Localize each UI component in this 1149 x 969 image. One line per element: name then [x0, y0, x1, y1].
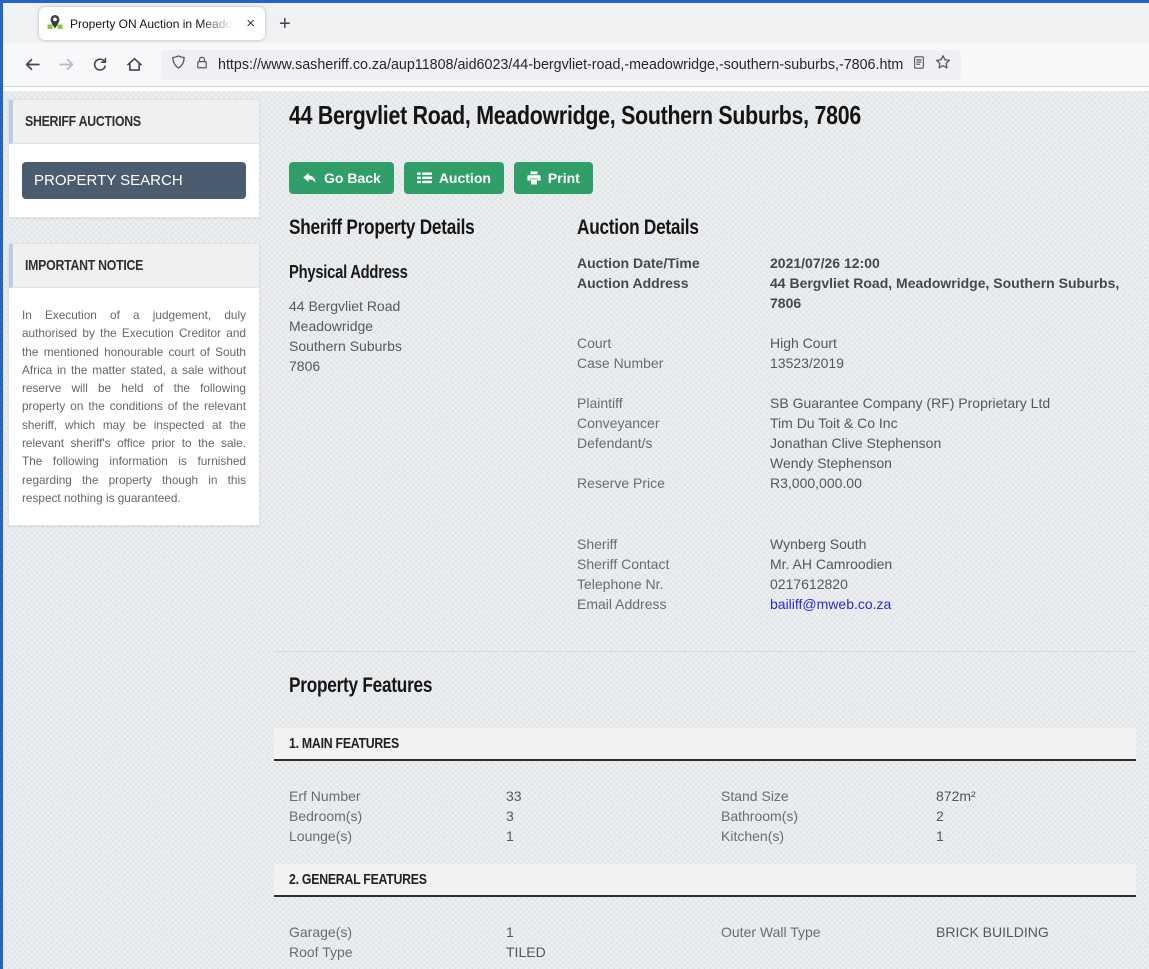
list-icon [417, 172, 432, 184]
browser-tab[interactable]: Property ON Auction in Meadow × [39, 7, 265, 40]
print-button[interactable]: Print [514, 162, 593, 194]
reload-icon[interactable] [83, 50, 117, 80]
feature-label: Lounge(s) [289, 826, 506, 846]
page-title: 44 Bergvliet Road, Meadowridge, Southern… [289, 100, 1136, 131]
conveyancer-label: Conveyancer [577, 413, 770, 433]
printer-icon [527, 171, 541, 185]
auction-address-label: Auction Address [577, 273, 770, 293]
feature-value: 872m² [936, 786, 1136, 806]
sheriff-contact-label: Sheriff Contact [577, 554, 770, 574]
defendant-label: Defendant/s [577, 433, 770, 453]
important-notice-text: In Execution of a judgement, duly author… [22, 306, 246, 507]
tab-title: Property ON Auction in Meadow [70, 17, 237, 31]
forward-icon[interactable] [49, 50, 83, 80]
defendant-value: Jonathan Clive Stephenson Wendy Stephens… [770, 433, 1136, 473]
sheriff-contact-value: Mr. AH Camroodien [770, 554, 1136, 574]
feature-label: Kitchen(s) [721, 826, 936, 846]
tab-bar: Property ON Auction in Meadow × + [3, 3, 1149, 43]
court-label: Court [577, 333, 770, 353]
sheriff-label: Sheriff [577, 534, 770, 554]
feature-label: Erf Number [289, 786, 506, 806]
lock-icon[interactable] [195, 55, 209, 75]
plaintiff-value: SB Guarantee Company (RF) Proprietary Lt… [770, 393, 1136, 413]
auction-date-value: 2021/07/26 12:00 [770, 253, 1136, 273]
auction-address-value: 44 Bergvliet Road, Meadowridge, Southern… [770, 273, 1136, 313]
action-buttons: Go Back Auction [289, 162, 1136, 194]
auction-button[interactable]: Auction [404, 162, 504, 194]
url-text[interactable]: https://www.sasheriff.co.za/aup11808/aid… [218, 57, 903, 73]
auction-details-section: Auction Details Auction Date/Time 2021/0… [577, 216, 1136, 614]
address-line: Meadowridge [289, 316, 577, 336]
address-line: 7806 [289, 356, 577, 376]
tracking-shield-icon[interactable] [171, 54, 186, 75]
email-link[interactable]: bailiff@mweb.co.za [770, 596, 891, 612]
page-background: SHERIFF AUCTIONS PROPERTY SEARCH IMPORTA… [3, 91, 1149, 969]
parties-group: Plaintiff SB Guarantee Company (RF) Prop… [577, 393, 1136, 493]
case-number-value: 13523/2019 [770, 353, 1136, 373]
feature-label: Roof Type [289, 942, 506, 962]
telephone-label: Telephone Nr. [577, 574, 770, 594]
main-features-table: Erf Number 33 Stand Size 872m² Bedroom(s… [274, 761, 1136, 846]
go-back-button[interactable]: Go Back [289, 162, 394, 194]
auction-datetime-address-group: Auction Date/Time 2021/07/26 12:00 Aucti… [577, 253, 1136, 313]
sheriff-property-details-heading: Sheriff Property Details [289, 216, 577, 240]
sheriff-value: Wynberg South [770, 534, 1136, 554]
feature-value: TILED [506, 942, 721, 962]
sheriff-auctions-card-header: SHERIFF AUCTIONS [9, 100, 259, 144]
feature-label: Garage(s) [289, 922, 506, 942]
important-notice-card-header: IMPORTANT NOTICE [9, 244, 259, 288]
reserve-price-value: R3,000,000.00 [770, 473, 1136, 493]
court-group: Court High Court Case Number 13523/2019 [577, 333, 1136, 373]
feature-label: Bedroom(s) [289, 806, 506, 826]
feature-value: 33 [506, 786, 721, 806]
reader-view-icon[interactable] [912, 55, 926, 75]
sidebar: SHERIFF AUCTIONS PROPERTY SEARCH IMPORTA… [8, 99, 260, 551]
important-notice-card: IMPORTANT NOTICE In Execution of a judge… [8, 243, 260, 526]
bookmark-star-icon[interactable] [935, 54, 951, 75]
sheriff-auctions-card: SHERIFF AUCTIONS PROPERTY SEARCH [8, 99, 260, 218]
reply-arrow-icon [302, 172, 317, 185]
general-features-table: Garage(s) 1 Outer Wall Type BRICK BUILDI… [274, 897, 1136, 962]
physical-address-heading: Physical Address [289, 262, 577, 283]
navigation-toolbar: https://www.sasheriff.co.za/aup11808/aid… [3, 43, 1149, 87]
general-features-section-header: 2. GENERAL FEATURES [274, 864, 1136, 897]
sheriff-property-details-section: Sheriff Property Details Physical Addres… [289, 216, 577, 614]
feature-label: Stand Size [721, 786, 936, 806]
site-favicon-map-pin-icon [47, 14, 63, 33]
section-divider [274, 651, 1136, 652]
email-label: Email Address [577, 594, 770, 614]
reserve-price-label: Reserve Price [577, 473, 770, 493]
back-icon[interactable] [15, 50, 49, 80]
auction-date-label: Auction Date/Time [577, 253, 770, 273]
property-search-button[interactable]: PROPERTY SEARCH [22, 162, 246, 199]
property-features-heading: Property Features [289, 674, 1136, 698]
conveyancer-value: Tim Du Toit & Co Inc [770, 413, 1136, 433]
auction-details-heading: Auction Details [577, 216, 1136, 240]
feature-value: 1 [506, 826, 721, 846]
case-number-label: Case Number [577, 353, 770, 373]
tab-close-icon[interactable]: × [244, 15, 257, 32]
feature-value: BRICK BUILDING [936, 922, 1136, 942]
feature-value: 1 [506, 922, 721, 942]
address-line: Southern Suburbs [289, 336, 577, 356]
court-value: High Court [770, 333, 1136, 353]
address-line: 44 Bergvliet Road [289, 296, 577, 316]
feature-value: 2 [936, 806, 1136, 826]
plaintiff-label: Plaintiff [577, 393, 770, 413]
telephone-value: 0217612820 [770, 574, 1136, 594]
sheriff-auctions-title: SHERIFF AUCTIONS [25, 113, 141, 130]
feature-label: Outer Wall Type [721, 922, 936, 942]
url-bar[interactable]: https://www.sasheriff.co.za/aup11808/aid… [161, 50, 961, 80]
feature-value: 3 [506, 806, 721, 826]
home-icon[interactable] [117, 50, 151, 80]
main-content: 44 Bergvliet Road, Meadowridge, Southern… [274, 96, 1136, 969]
sheriff-contact-group: Sheriff Wynberg South Sheriff Contact Mr… [577, 534, 1136, 614]
important-notice-title: IMPORTANT NOTICE [25, 257, 143, 274]
main-features-section-header: 1. MAIN FEATURES [274, 728, 1136, 761]
feature-label: Bathroom(s) [721, 806, 936, 826]
new-tab-button[interactable]: + [279, 14, 291, 34]
feature-value: 1 [936, 826, 1136, 846]
